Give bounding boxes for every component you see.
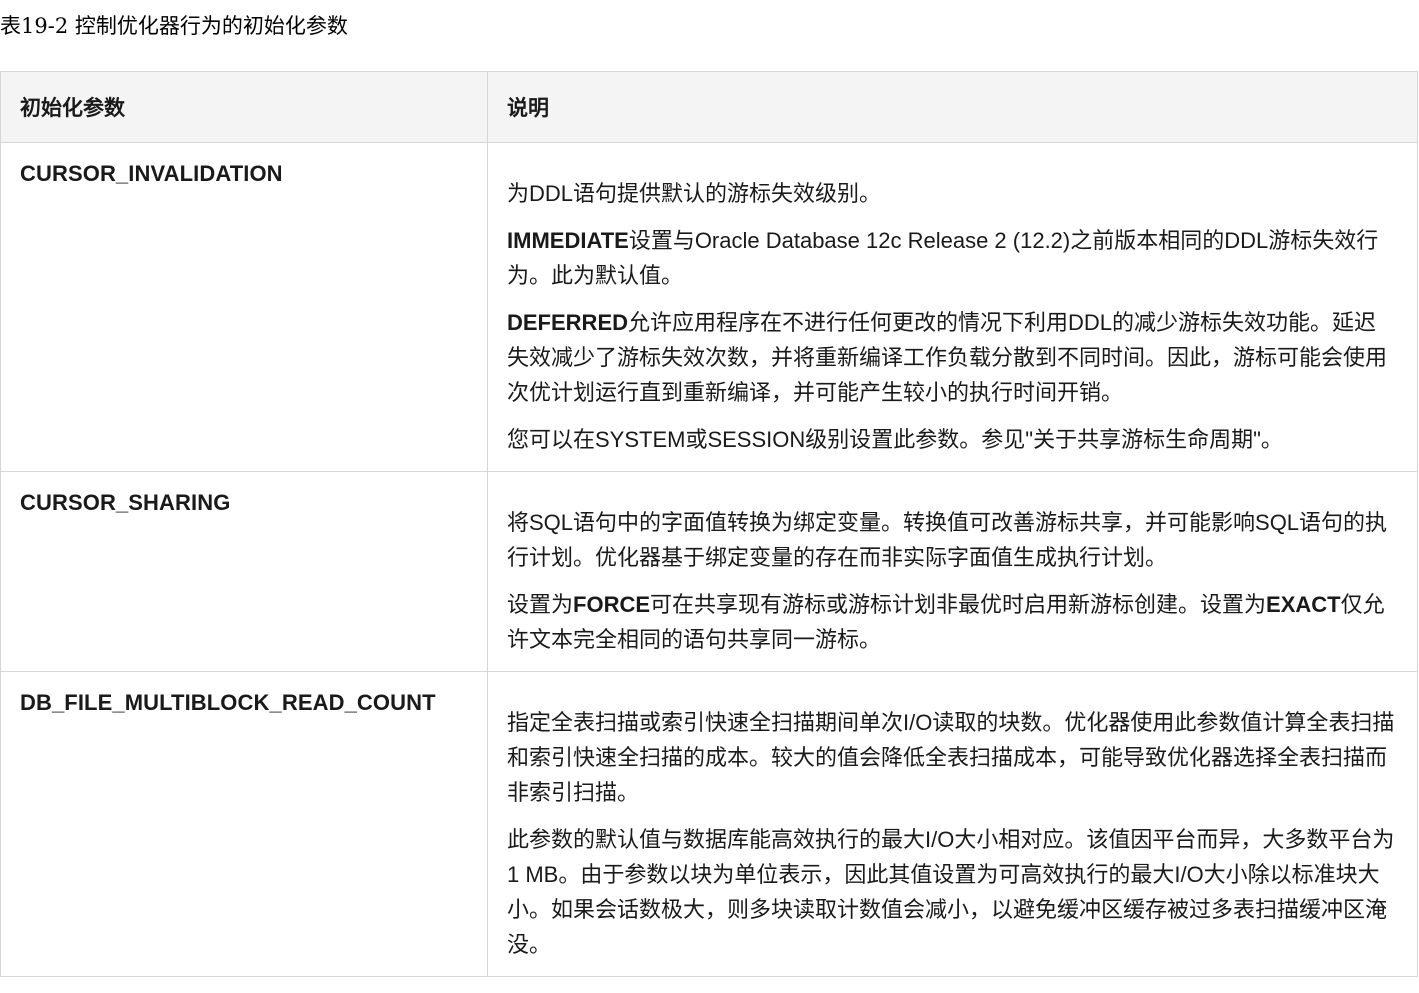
description-text: 此参数的默认值与数据库能高效执行的最大I/O大小相对应。该值因平台而异，大多数平…	[507, 827, 1395, 957]
value-keyword: FORCE	[573, 592, 651, 617]
description-text: 指定全表扫描或索引快速全扫描期间单次I/O读取的块数。优化器使用此参数值计算全表…	[507, 710, 1395, 805]
description-paragraph: 将SQL语句中的字面值转换为绑定变量。转换值可改善游标共享，并可能影响SQL语句…	[507, 505, 1397, 575]
description-text: 为DDL语句提供默认的游标失效级别。	[507, 181, 882, 206]
description-text: 您可以在SYSTEM或SESSION级别设置此参数。参见"关于共享游标生命周期"…	[507, 427, 1283, 452]
table-header-row: 初始化参数 说明	[0, 71, 1418, 143]
table-row: CURSOR_INVALIDATION 为DDL语句提供默认的游标失效级别。 I…	[0, 142, 1418, 472]
param-name: DB_FILE_MULTIBLOCK_READ_COUNT	[0, 671, 488, 977]
param-description: 为DDL语句提供默认的游标失效级别。 IMMEDIATE设置与Oracle Da…	[487, 142, 1418, 472]
value-keyword: EXACT	[1266, 592, 1341, 617]
param-description: 指定全表扫描或索引快速全扫描期间单次I/O读取的块数。优化器使用此参数值计算全表…	[487, 671, 1418, 977]
value-keyword: IMMEDIATE	[507, 228, 629, 253]
description-paragraph: DEFERRED允许应用程序在不进行任何更改的情况下利用DDL的减少游标失效功能…	[507, 305, 1397, 410]
description-paragraph: 此参数的默认值与数据库能高效执行的最大I/O大小相对应。该值因平台而异，大多数平…	[507, 822, 1397, 962]
param-name: CURSOR_SHARING	[0, 471, 488, 672]
description-paragraph: IMMEDIATE设置与Oracle Database 12c Release …	[507, 223, 1397, 293]
description-paragraph: 指定全表扫描或索引快速全扫描期间单次I/O读取的块数。优化器使用此参数值计算全表…	[507, 705, 1397, 810]
table-caption: 表19-2 控制优化器行为的初始化参数	[0, 14, 348, 38]
table-row: DB_FILE_MULTIBLOCK_READ_COUNT 指定全表扫描或索引快…	[0, 671, 1418, 977]
header-description: 说明	[487, 71, 1418, 143]
param-name: CURSOR_INVALIDATION	[0, 142, 488, 472]
init-params-table: 初始化参数 说明 CURSOR_INVALIDATION 为DDL语句提供默认的…	[0, 71, 1418, 977]
description-text: 设置与Oracle Database 12c Release 2 (12.2)之…	[507, 228, 1379, 288]
description-paragraph: 您可以在SYSTEM或SESSION级别设置此参数。参见"关于共享游标生命周期"…	[507, 422, 1397, 457]
description-text: 允许应用程序在不进行任何更改的情况下利用DDL的减少游标失效功能。延迟失效减少了…	[507, 310, 1388, 405]
param-description: 将SQL语句中的字面值转换为绑定变量。转换值可改善游标共享，并可能影响SQL语句…	[487, 471, 1418, 672]
value-keyword: DEFERRED	[507, 310, 629, 335]
header-param: 初始化参数	[0, 71, 488, 143]
table-row: CURSOR_SHARING 将SQL语句中的字面值转换为绑定变量。转换值可改善…	[0, 471, 1418, 672]
description-text: 可在共享现有游标或游标计划非最优时启用新游标创建。设置为	[650, 592, 1267, 617]
description-text: 设置为	[507, 592, 574, 617]
description-paragraph: 为DDL语句提供默认的游标失效级别。	[507, 176, 1397, 211]
description-text: 将SQL语句中的字面值转换为绑定变量。转换值可改善游标共享，并可能影响SQL语句…	[507, 510, 1388, 570]
description-paragraph: 设置为FORCE可在共享现有游标或游标计划非最优时启用新游标创建。设置为EXAC…	[507, 587, 1397, 657]
